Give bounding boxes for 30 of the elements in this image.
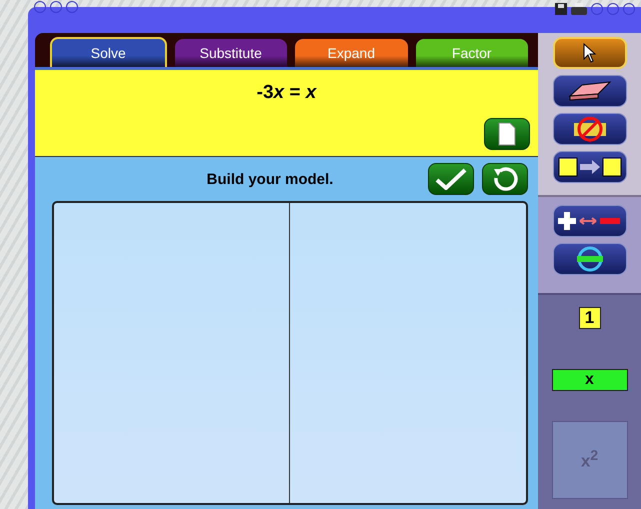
- copy-arrow-icon: [558, 156, 622, 178]
- window-dot-icon: [34, 1, 46, 13]
- print-icon[interactable]: [571, 3, 587, 15]
- save-icon[interactable]: [555, 3, 567, 15]
- eraser-icon: [568, 80, 612, 102]
- window-dot-icon: [591, 3, 603, 15]
- new-page-button[interactable]: [484, 118, 530, 150]
- tool-button[interactable]: [552, 113, 626, 145]
- tool-button[interactable]: [552, 151, 626, 183]
- window-dot-icon: [623, 3, 635, 15]
- mode-tab[interactable]: Substitute: [174, 39, 287, 67]
- window-dot-icon: [607, 3, 619, 15]
- mode-tab[interactable]: Solve: [50, 37, 166, 67]
- plus-minus-swap-icon: [558, 210, 622, 232]
- operation-button[interactable]: [552, 205, 626, 237]
- reset-button[interactable]: [482, 163, 528, 195]
- algebra-tile[interactable]: 1: [578, 307, 600, 329]
- algebra-tile[interactable]: x: [552, 369, 628, 391]
- check-button[interactable]: [428, 163, 474, 195]
- equation: -3x = x: [256, 82, 316, 104]
- window-dot-icon: [50, 1, 62, 13]
- tool-button[interactable]: [552, 37, 626, 69]
- pointer-icon: [582, 43, 596, 63]
- tool-button[interactable]: [552, 75, 626, 107]
- reset-icon: [492, 166, 518, 192]
- page-icon: [498, 122, 516, 146]
- instruction-text: Build your model.: [206, 170, 334, 188]
- operation-button[interactable]: [552, 243, 626, 275]
- window-dot-icon: [66, 1, 78, 13]
- checkmark-icon: [435, 168, 467, 190]
